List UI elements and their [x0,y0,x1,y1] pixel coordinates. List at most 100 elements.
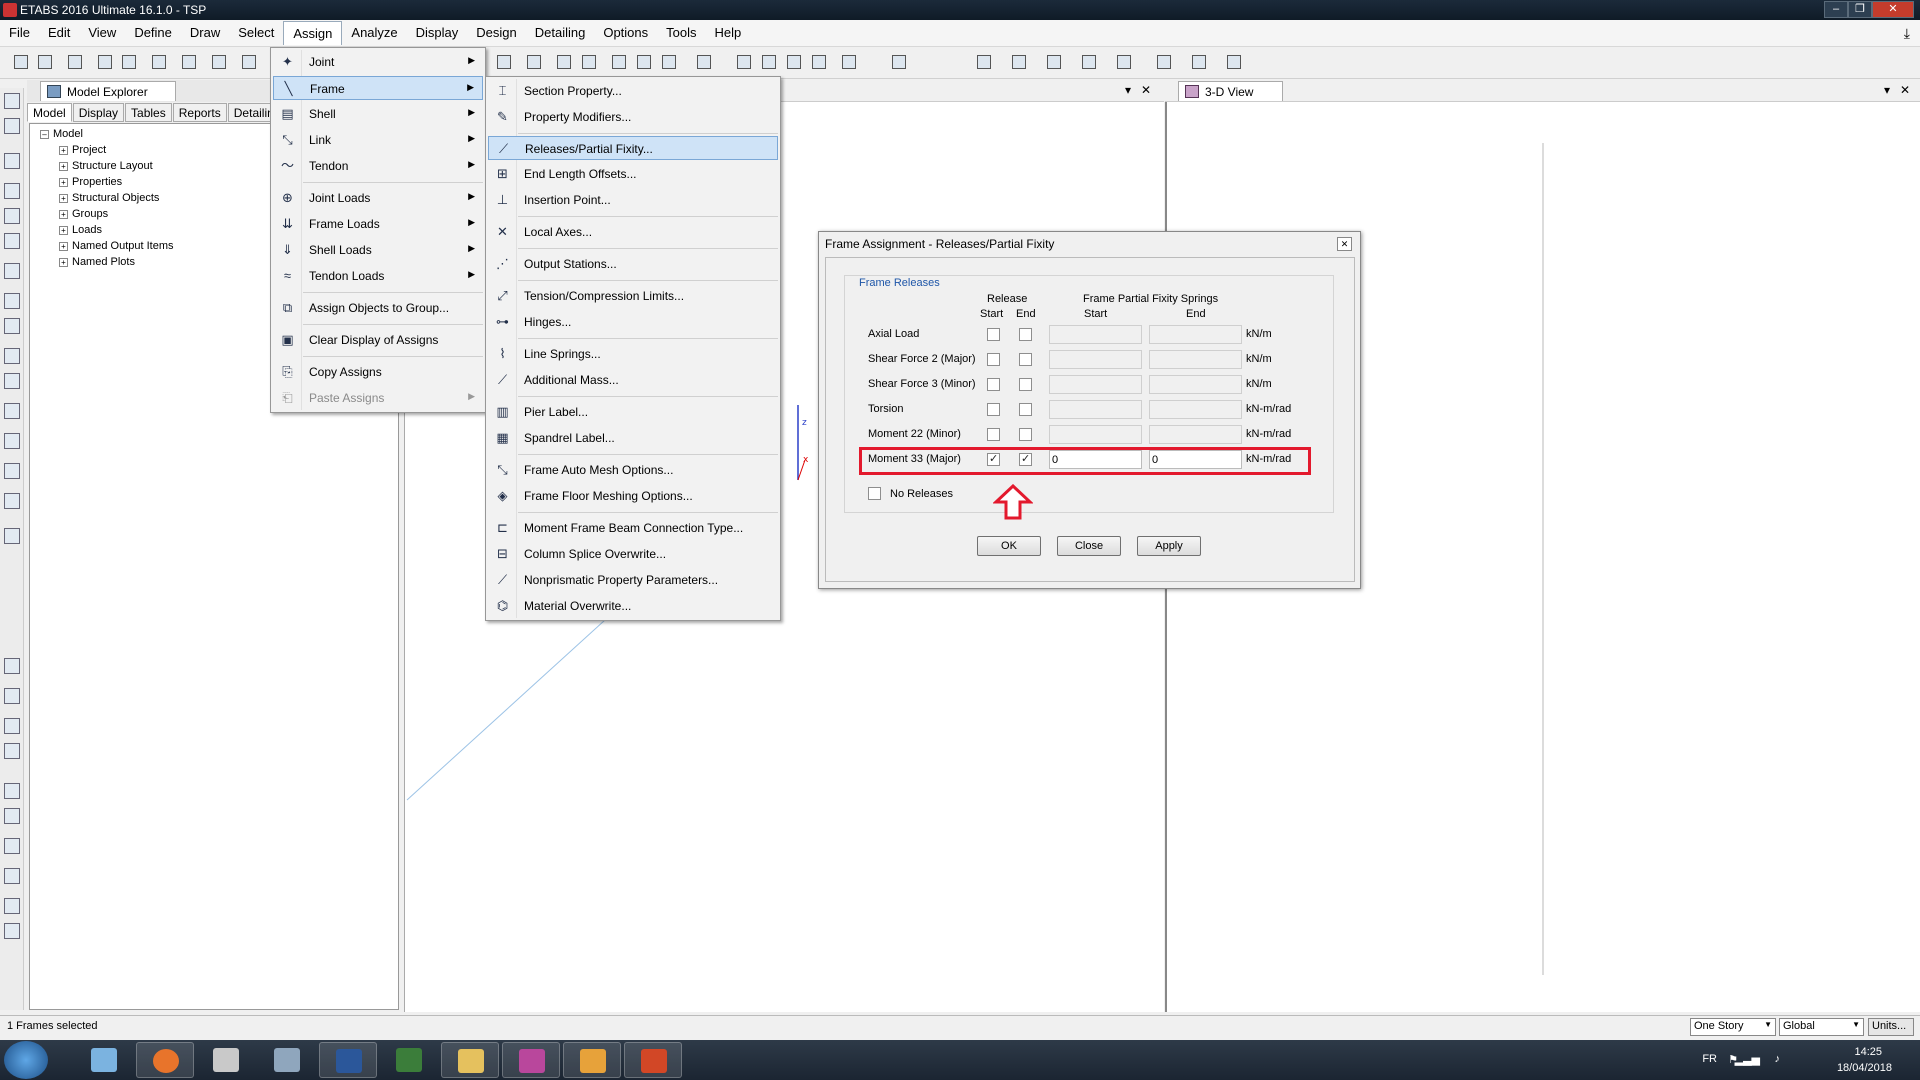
menu-options[interactable]: Options [594,21,657,45]
section-cut-icon[interactable] [4,493,20,509]
menu-item-spandrel-label[interactable]: ▦ Spandrel Label... [488,426,778,450]
draw-beam-icon[interactable] [810,53,828,71]
opening-icon[interactable] [4,348,20,364]
release-start-shear-force-3[interactable] [987,378,1000,391]
menu-draw[interactable]: Draw [181,21,229,45]
menu-analyze[interactable]: Analyze [342,21,406,45]
apply-button[interactable]: Apply [1137,536,1201,556]
taskbar-paint-icon[interactable] [75,1042,133,1078]
pencil-icon[interactable] [180,53,198,71]
tab-model[interactable]: Model [27,103,72,122]
view-dropdown-icon[interactable]: ▾ [1125,83,1131,97]
tree-node-groups[interactable]: + Groups [59,208,108,220]
save-icon[interactable] [66,53,84,71]
expand-icon[interactable]: + [59,257,68,267]
draw-brace-icon[interactable] [760,53,778,71]
release-start-torsion[interactable] [987,403,1000,416]
pointer-icon[interactable] [4,93,20,109]
grid-draw-icon[interactable] [4,463,20,479]
snap-line-icon[interactable] [4,808,20,824]
minimize-icon[interactable]: – [1824,1,1848,18]
run-icon[interactable] [210,53,228,71]
menu-item-frame-floor-meshing-options[interactable]: ◈ Frame Floor Meshing Options... [488,484,778,508]
line-style-icon[interactable] [1115,53,1133,71]
clock-date[interactable]: 18/04/2018 [1837,1062,1892,1074]
menu-design[interactable]: Design [467,21,525,45]
menu-item-link[interactable]: ⤡ Link ▶ [273,128,483,152]
network-icon[interactable]: ▂▃▅ [1735,1053,1760,1066]
tree-node-model[interactable]: – Model [40,128,83,140]
3d-view-tab[interactable]: 3-D View [1178,81,1283,101]
menu-item-insertion-point[interactable]: ⊥ Insertion Point... [488,188,778,212]
rotate-icon[interactable] [495,53,513,71]
clear-selection-icon[interactable] [4,718,20,734]
3d-view-close-icon[interactable]: ✕ [1900,83,1910,97]
units-button[interactable]: Units... [1868,1018,1914,1036]
menu-item-assign-objects-to-group[interactable]: ⧉ Assign Objects to Group... [273,296,483,320]
menu-item-end-length-offsets[interactable]: ⊞ End Length Offsets... [488,162,778,186]
taskbar-outlook-icon[interactable] [563,1042,621,1078]
taskbar-explorer-icon[interactable] [441,1042,499,1078]
3d-view-dropdown-icon[interactable]: ▾ [1884,83,1890,97]
model-explorer-tab[interactable]: Model Explorer [40,81,176,101]
view-3d-icon[interactable] [525,53,543,71]
area-icon[interactable] [890,53,908,71]
expand-icon[interactable]: + [59,161,68,171]
menu-item-nonprismatic-property-parameters[interactable]: ⟋ Nonprismatic Property Parameters... [488,568,778,592]
color-icon[interactable] [1190,53,1208,71]
ok-button[interactable]: OK [977,536,1041,556]
release-end-moment-22[interactable] [1019,428,1032,441]
zoom-icon[interactable] [240,53,258,71]
taskbar-word-icon[interactable] [319,1042,377,1078]
menu-item-tension-compression-limits[interactable]: ⤢ Tension/Compression Limits... [488,284,778,308]
release-start-axial-load[interactable] [987,328,1000,341]
menu-item-local-axes[interactable]: ✕ Local Axes... [488,220,778,244]
select-all-icon[interactable] [4,658,20,674]
coordinate-system-select[interactable]: Global ▼ [1779,1018,1864,1036]
menu-file[interactable]: File [0,21,39,45]
menu-item-shell[interactable]: ▤ Shell ▶ [273,102,483,126]
undo-icon[interactable] [96,53,114,71]
dialog-close-icon[interactable]: ✕ [1337,237,1352,251]
redo-icon[interactable] [120,53,138,71]
maximize-icon[interactable]: ❐ [1848,1,1872,18]
dimension-icon[interactable] [1155,53,1173,71]
snap-point-icon[interactable] [4,783,20,799]
release-start-moment-22[interactable] [987,428,1000,441]
link-draw-icon[interactable] [4,403,20,419]
menu-item-releases-partial-fixity[interactable]: ⟋ Releases/Partial Fixity... [488,136,778,160]
line-draw-icon[interactable] [4,153,20,169]
snap-fine-grid-icon[interactable] [4,923,20,939]
wall-draw-icon[interactable] [4,293,20,309]
expand-icon[interactable]: + [59,209,68,219]
move-up-icon[interactable] [555,53,573,71]
box-icon[interactable] [695,53,713,71]
volume-icon[interactable]: ♪ [1775,1053,1781,1065]
expand-icon[interactable]: + [59,225,68,235]
menu-define[interactable]: Define [125,21,181,45]
menu-item-tendon-loads[interactable]: ≈ Tendon Loads ▶ [273,264,483,288]
rect-select-icon[interactable] [4,183,20,199]
menu-item-property-modifiers[interactable]: ✎ Property Modifiers... [488,105,778,129]
release-start-shear-force-2[interactable] [987,353,1000,366]
column-icon[interactable] [1045,53,1063,71]
tree-node-structural-objects[interactable]: + Structural Objects [59,192,159,204]
draw-frame-icon[interactable] [735,53,753,71]
tree-node-named-plots[interactable]: + Named Plots [59,256,135,268]
menu-item-hinges[interactable]: ⊶ Hinges... [488,310,778,334]
intersect-icon[interactable] [4,233,20,249]
view-close-icon[interactable]: ✕ [1141,83,1151,97]
taskbar-powerpoint-icon[interactable] [624,1042,682,1078]
menu-display[interactable]: Display [407,21,468,45]
language-indicator[interactable]: FR [1702,1053,1717,1065]
tree-node-structure-layout[interactable]: + Structure Layout [59,160,153,172]
menu-item-additional-mass[interactable]: ⟋ Additional Mass... [488,368,778,392]
release-end-shear-force-3[interactable] [1019,378,1032,391]
menu-item-copy-assigns[interactable]: ⎘ Copy Assigns [273,360,483,384]
menu-item-frame-loads[interactable]: ⇊ Frame Loads ▶ [273,212,483,236]
menu-help[interactable]: Help [706,21,751,45]
menu-detailing[interactable]: Detailing [526,21,595,45]
mesh-icon[interactable] [4,373,20,389]
new-model-icon[interactable] [12,53,30,71]
close-icon[interactable]: ✕ [1872,1,1914,18]
